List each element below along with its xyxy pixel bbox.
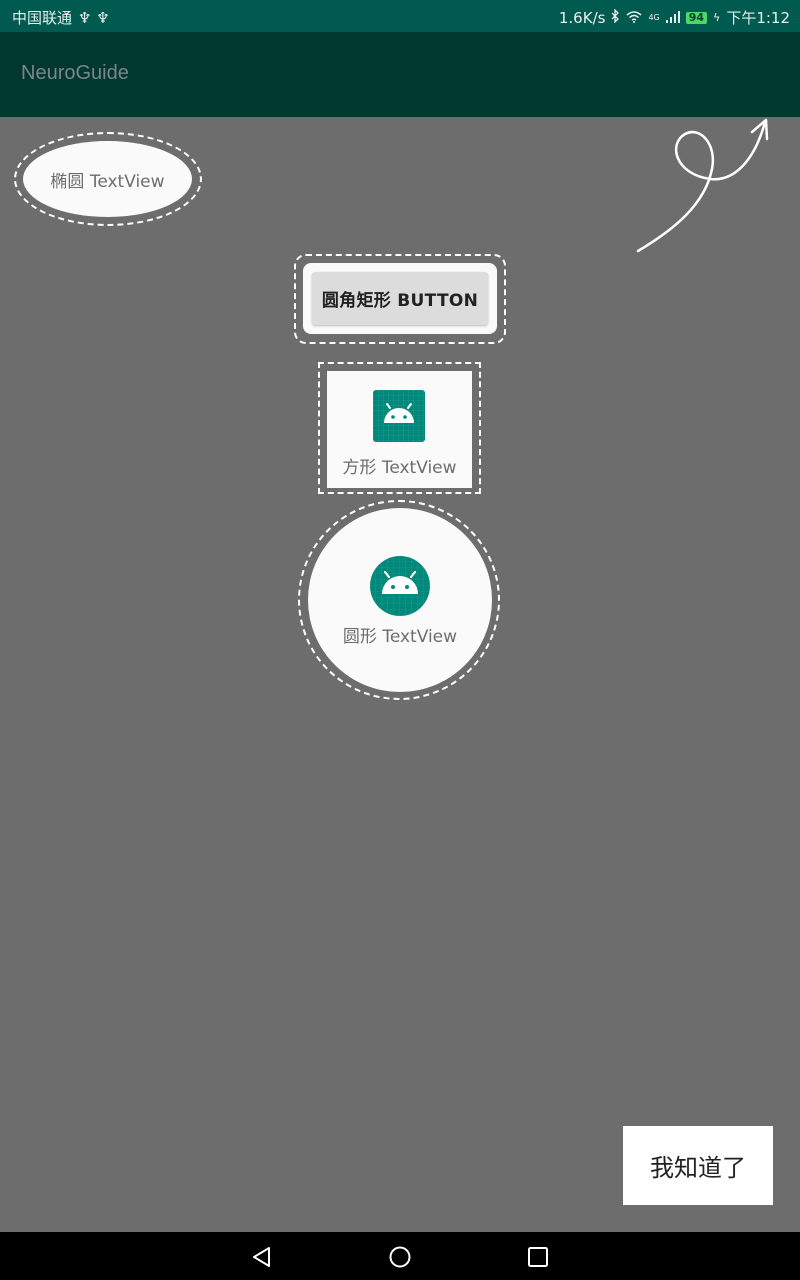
navigation-bar bbox=[0, 1232, 800, 1280]
wifi-icon bbox=[626, 9, 642, 27]
square-textview[interactable]: 方形 TextView bbox=[327, 371, 472, 488]
android-launcher-icon bbox=[373, 390, 425, 442]
usb-icon: ♆ ♆ bbox=[78, 8, 110, 27]
rounded-rect-button-label: 圆角矩形 BUTTON bbox=[321, 291, 479, 311]
app-title: NeuroGuide bbox=[21, 62, 129, 84]
home-icon[interactable] bbox=[387, 1244, 413, 1270]
circle-textview[interactable]: 圆形 TextView bbox=[308, 508, 492, 692]
circle-textview-label: 圆形 TextView bbox=[342, 627, 458, 647]
charging-icon: ϟ bbox=[713, 11, 721, 24]
ellipse-textview[interactable]: 椭圆 TextView bbox=[23, 141, 192, 217]
network-type: 4G bbox=[648, 13, 660, 22]
square-textview-label: 方形 TextView bbox=[342, 458, 457, 478]
status-bar: 中国联通 ♆ ♆ 1.6K/s 4G 94 ϟ 下午1:12 bbox=[0, 0, 800, 32]
status-right: 1.6K/s 4G 94 ϟ 下午1:12 bbox=[559, 7, 790, 28]
carrier-name: 中国联通 bbox=[12, 9, 73, 27]
recents-icon[interactable] bbox=[525, 1244, 551, 1270]
curly-arrow-icon bbox=[636, 118, 769, 253]
android-launcher-icon-round bbox=[370, 556, 430, 616]
got-it-button-label: 我知道了 bbox=[650, 1154, 746, 1182]
bluetooth-icon bbox=[611, 7, 620, 27]
rounded-rect-button[interactable]: 圆角矩形 BUTTON bbox=[312, 272, 488, 325]
battery-icon: 94 bbox=[685, 11, 708, 24]
signal-icon bbox=[665, 9, 680, 27]
ellipse-textview-label: 椭圆 TextView bbox=[50, 171, 165, 192]
clock: 下午1:12 bbox=[726, 9, 790, 27]
network-speed: 1.6K/s bbox=[558, 8, 606, 27]
got-it-button[interactable]: 我知道了 bbox=[623, 1126, 773, 1205]
back-icon[interactable] bbox=[249, 1244, 275, 1270]
status-left: 中国联通 ♆ ♆ bbox=[12, 7, 110, 28]
app-bar: NeuroGuide bbox=[0, 32, 800, 117]
